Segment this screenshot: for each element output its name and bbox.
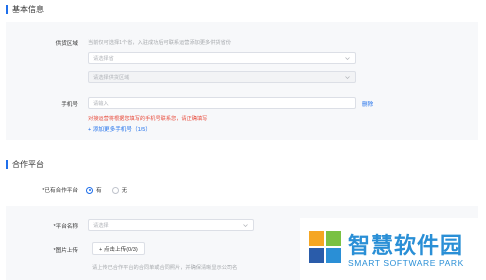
section-accent-bar: [6, 5, 8, 14]
platform-name-label: *平台名称: [53, 224, 78, 230]
basic-info-section-title: 基本信息: [6, 4, 44, 15]
chevron-down-icon: [345, 76, 350, 79]
supply-area-label: 供货区域: [55, 41, 78, 47]
radio-yes[interactable]: [86, 186, 93, 194]
radio-no[interactable]: [111, 186, 119, 194]
chevron-down-icon: [243, 224, 248, 227]
supply-region-select[interactable]: 请选择供货区域: [88, 71, 356, 83]
image-upload-label: *图片上传: [53, 248, 78, 254]
basic-info-title: 基本信息: [12, 5, 44, 14]
delete-phone-link[interactable]: 删除: [362, 100, 373, 108]
radio-yes-label: 有: [96, 188, 102, 194]
platform-section-title: 合作平台: [6, 159, 44, 170]
has-platform-radio-group: 有 无: [86, 186, 137, 194]
smart-software-park-logo-icon: [309, 231, 341, 263]
basic-info-card: 供货区域 当前仅可选择1个省，入驻成功后可联系运营添加更多供货省份 请选择省 请…: [6, 22, 478, 140]
phone-input[interactable]: 请输入: [88, 97, 356, 109]
supply-area-hint: 当前仅可选择1个省，入驻成功后可联系运营添加更多供货省份: [88, 40, 231, 46]
phone-label: 手机号: [61, 102, 78, 108]
upload-button-label: + 点击上传(0/3): [99, 246, 138, 253]
watermark: 智慧软件园 SMART SOFTWARE PARK: [300, 218, 486, 280]
add-more-phone-link[interactable]: + 添加更多手机号（1/5）: [88, 125, 151, 133]
upload-button[interactable]: + 点击上传(0/3): [92, 242, 145, 255]
section-accent-bar: [6, 160, 8, 169]
platform-title: 合作平台: [12, 160, 44, 169]
radio-no-label: 无: [121, 188, 128, 194]
chevron-down-icon: [345, 57, 350, 60]
phone-error-text: 对接运营将根据您填写的手机号联系您，请正确填写: [88, 116, 208, 122]
watermark-english-text: SMART SOFTWARE PARK: [348, 258, 464, 268]
phone-input-placeholder: 请输入: [93, 100, 109, 107]
has-platform-label: *已有合作平台: [42, 188, 78, 194]
province-select-placeholder: 请选择省: [93, 55, 114, 62]
watermark-chinese-text: 智慧软件园: [348, 234, 464, 259]
upload-hint: 请上传已合作平台的合同单或合同照片，并确保清晰显示公司名: [92, 265, 238, 271]
platform-name-placeholder: 请选择: [93, 222, 109, 229]
supply-region-select-placeholder: 请选择供货区域: [93, 74, 130, 81]
province-select[interactable]: 请选择省: [88, 52, 356, 64]
platform-name-select[interactable]: 请选择: [88, 219, 254, 231]
